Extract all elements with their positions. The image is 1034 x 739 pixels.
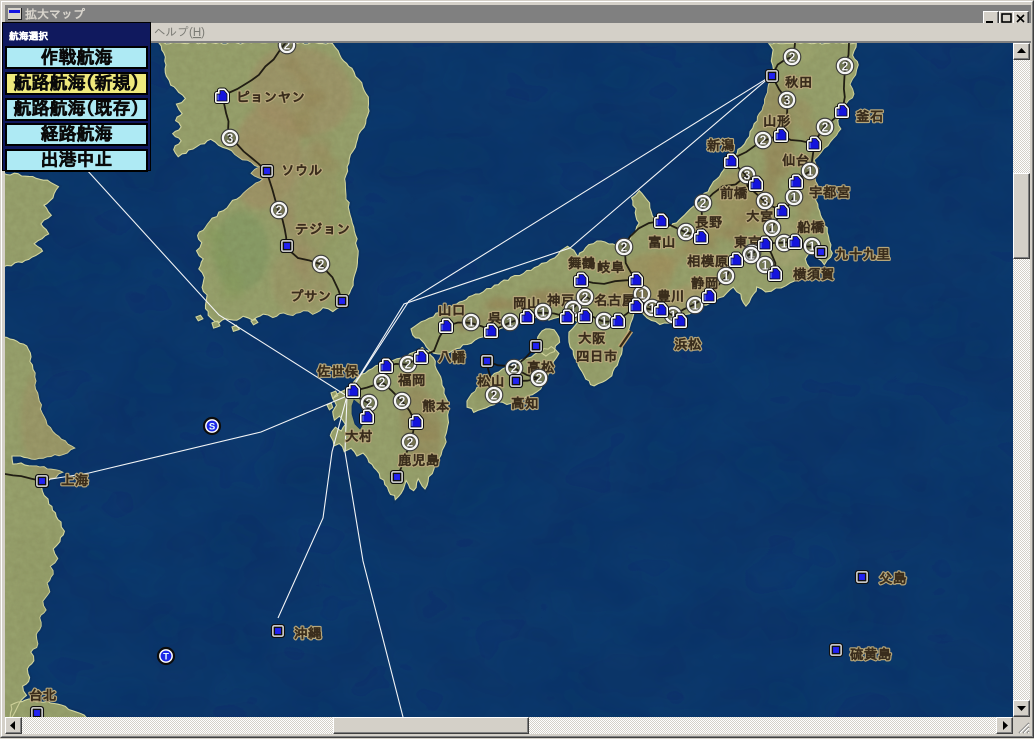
svg-text:2: 2 [760,134,767,148]
svg-text:1: 1 [807,165,814,179]
svg-text:1: 1 [507,316,514,330]
svg-text:3: 3 [762,195,769,209]
svg-text:2: 2 [491,389,498,403]
svg-text:2: 2 [405,358,412,372]
svg-text:1: 1 [791,191,798,205]
svg-text:T: T [163,652,169,663]
svg-text:1: 1 [468,316,475,330]
svg-text:1: 1 [769,222,776,236]
svg-text:1: 1 [692,299,699,313]
svg-text:2: 2 [822,121,829,135]
svg-text:3: 3 [227,132,234,146]
svg-text:2: 2 [399,395,406,409]
svg-text:2: 2 [379,376,386,390]
svg-text:1: 1 [540,306,547,320]
svg-text:2: 2 [621,241,628,255]
svg-text:3: 3 [784,94,791,108]
svg-text:1: 1 [723,270,730,284]
svg-text:2: 2 [284,43,291,53]
svg-text:2: 2 [700,197,707,211]
svg-text:1: 1 [781,237,788,251]
svg-text:S: S [209,422,215,433]
svg-text:2: 2 [789,51,796,65]
svg-text:2: 2 [842,60,849,74]
svg-text:1: 1 [601,315,608,329]
svg-text:2: 2 [511,362,518,376]
svg-text:2: 2 [536,372,543,386]
svg-text:2: 2 [582,291,589,305]
svg-text:2: 2 [683,226,690,240]
svg-text:2: 2 [407,436,414,450]
svg-text:1: 1 [748,249,755,263]
svg-text:2: 2 [318,258,325,272]
svg-text:2: 2 [276,204,283,218]
